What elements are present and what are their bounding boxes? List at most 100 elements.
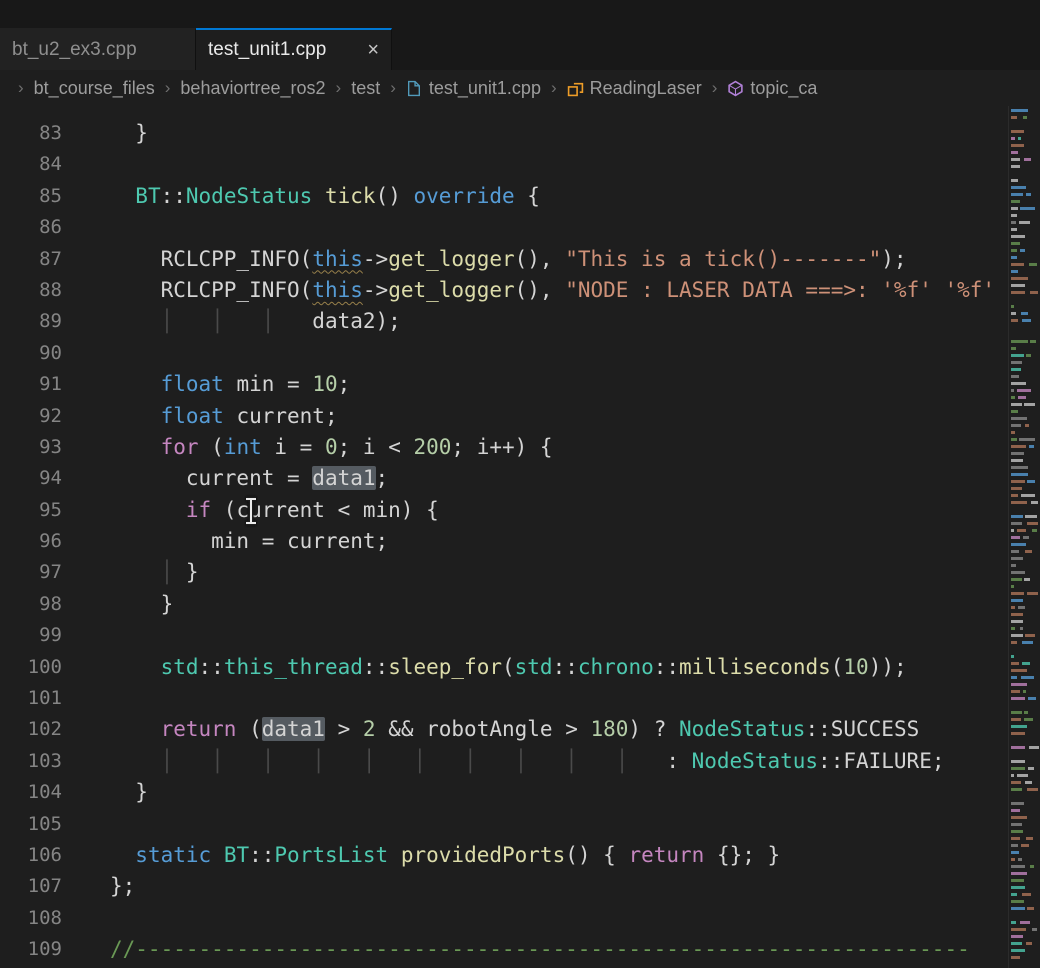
tab-test_unit1.cpp[interactable]: test_unit1.cpp × (196, 28, 392, 70)
tab-label: bt_u2_ex3.cpp (12, 39, 183, 61)
breadcrumb-separator: › (712, 78, 718, 98)
line-number: 87 (0, 244, 62, 275)
code-line[interactable]: 97 │ } (0, 557, 1040, 588)
title-bar (0, 0, 1040, 28)
line-number: 88 (0, 275, 62, 306)
code-line[interactable]: 85 BT::NodeStatus tick() override { (0, 181, 1040, 212)
code-line-content: current = data1; (62, 463, 388, 494)
code-line-content: } (62, 589, 173, 620)
breadcrumb-label: test (351, 78, 380, 99)
line-number: 108 (0, 903, 62, 934)
tab-label: test_unit1.cpp (208, 39, 357, 61)
code-line-content: RCLCPP_INFO(this->get_logger(), "This is… (62, 244, 907, 275)
line-number: 106 (0, 840, 62, 871)
line-number: 86 (0, 212, 62, 243)
code-line[interactable]: 87 RCLCPP_INFO(this->get_logger(), "This… (0, 244, 1040, 275)
code-line[interactable]: 108 (0, 903, 1040, 934)
code-line-content: │ │ │ │ │ │ │ │ │ │ : NodeStatus::FAILUR… (62, 746, 945, 777)
code-line[interactable]: 98 } (0, 589, 1040, 620)
code-line-content: if (current < min) { (62, 495, 439, 526)
minimap[interactable] (1008, 106, 1040, 968)
code-line-content: static BT::PortsList providedPorts() { r… (62, 840, 780, 871)
line-number: 96 (0, 526, 62, 557)
breadcrumb-separator: › (390, 78, 396, 98)
code-line-content: std::this_thread::sleep_for(std::chrono:… (62, 652, 907, 683)
line-number: 84 (0, 149, 62, 180)
breadcrumb-separator: › (165, 78, 171, 98)
code-line-content (62, 620, 110, 651)
breadcrumb-item-test[interactable]: test (351, 78, 380, 99)
line-number: 102 (0, 714, 62, 745)
code-lines: 83 }8485 BT::NodeStatus tick() override … (0, 106, 1040, 966)
breadcrumb-item-behaviortree_ros2[interactable]: behaviortree_ros2 (180, 78, 325, 99)
tab-bar: bt_u2_ex3.cpp test_unit1.cpp × (0, 28, 1040, 70)
breadcrumb: › bt_course_files › behaviortree_ros2 › test ›… (0, 70, 1040, 106)
line-number: 103 (0, 746, 62, 777)
code-line-content: BT::NodeStatus tick() override { (62, 181, 540, 212)
line-number: 92 (0, 401, 62, 432)
code-line-content (62, 149, 110, 180)
code-line[interactable]: 84 (0, 149, 1040, 180)
breadcrumb-item-test_unit1.cpp[interactable]: test_unit1.cpp (406, 78, 541, 99)
line-number: 95 (0, 495, 62, 526)
code-line[interactable]: 83 } (0, 118, 1040, 149)
code-line[interactable]: 106 static BT::PortsList providedPorts()… (0, 840, 1040, 871)
code-editor[interactable]: 83 }8485 BT::NodeStatus tick() override … (0, 106, 1040, 968)
line-number: 109 (0, 934, 62, 965)
breadcrumb-item-ReadingLaser[interactable]: ReadingLaser (567, 78, 702, 99)
code-line-content (62, 338, 110, 369)
code-line-content (62, 903, 110, 934)
code-line[interactable]: 107}; (0, 871, 1040, 902)
code-line-content: return (data1 > 2 && robotAngle > 180) ?… (62, 714, 919, 745)
breadcrumb-separator: › (551, 78, 557, 98)
code-line[interactable]: 95 if (current < min) { (0, 495, 1040, 526)
line-number: 97 (0, 557, 62, 588)
breadcrumb-separator: › (336, 78, 342, 98)
breadcrumb-item-topic_ca[interactable]: topic_ca (727, 78, 817, 99)
breadcrumb-separator: › (18, 78, 24, 98)
code-line-content: for (int i = 0; i < 200; i++) { (62, 432, 553, 463)
line-number: 83 (0, 118, 62, 149)
code-line[interactable]: 99 (0, 620, 1040, 651)
breadcrumb-label: test_unit1.cpp (429, 78, 541, 99)
code-line-content: } (62, 777, 148, 808)
code-line-content: //--------------------------------------… (62, 934, 970, 965)
code-line-content: float min = 10; (62, 369, 350, 400)
code-line-content: }; (62, 871, 135, 902)
code-line-content: } (62, 118, 148, 149)
code-line[interactable]: 105 (0, 809, 1040, 840)
code-line-content (62, 809, 110, 840)
code-line[interactable]: 103 │ │ │ │ │ │ │ │ │ │ : NodeStatus::FA… (0, 746, 1040, 777)
close-icon[interactable]: × (367, 40, 379, 60)
tab-bt_u2_ex3.cpp[interactable]: bt_u2_ex3.cpp (0, 28, 196, 70)
code-line[interactable]: 88 RCLCPP_INFO(this->get_logger(), "NODE… (0, 275, 1040, 306)
code-line[interactable]: 92 float current; (0, 401, 1040, 432)
code-line[interactable]: 90 (0, 338, 1040, 369)
code-line[interactable]: 93 for (int i = 0; i < 200; i++) { (0, 432, 1040, 463)
code-line-content: min = current; (62, 526, 388, 557)
breadcrumb-item-bt_course_files[interactable]: bt_course_files (34, 78, 155, 99)
breadcrumb-label: bt_course_files (34, 78, 155, 99)
code-line[interactable]: 104 } (0, 777, 1040, 808)
code-line[interactable]: 86 (0, 212, 1040, 243)
code-line[interactable]: 100 std::this_thread::sleep_for(std::chr… (0, 652, 1040, 683)
line-number: 107 (0, 871, 62, 902)
line-number: 89 (0, 306, 62, 337)
line-number: 99 (0, 620, 62, 651)
line-number: 105 (0, 809, 62, 840)
code-line[interactable]: 96 min = current; (0, 526, 1040, 557)
line-number: 93 (0, 432, 62, 463)
line-number: 100 (0, 652, 62, 683)
code-line[interactable]: 101 (0, 683, 1040, 714)
code-line[interactable]: 94 current = data1; (0, 463, 1040, 494)
code-line-content: │ } (62, 557, 199, 588)
line-number: 90 (0, 338, 62, 369)
editor-header: bt_u2_ex3.cpp test_unit1.cpp × (0, 0, 1040, 70)
line-number: 98 (0, 589, 62, 620)
code-line[interactable]: 91 float min = 10; (0, 369, 1040, 400)
code-line[interactable]: 102 return (data1 > 2 && robotAngle > 18… (0, 714, 1040, 745)
code-line[interactable]: 109//-----------------------------------… (0, 934, 1040, 965)
line-number: 85 (0, 181, 62, 212)
code-line-content (62, 683, 110, 714)
code-line[interactable]: 89 │ │ │ data2); (0, 306, 1040, 337)
